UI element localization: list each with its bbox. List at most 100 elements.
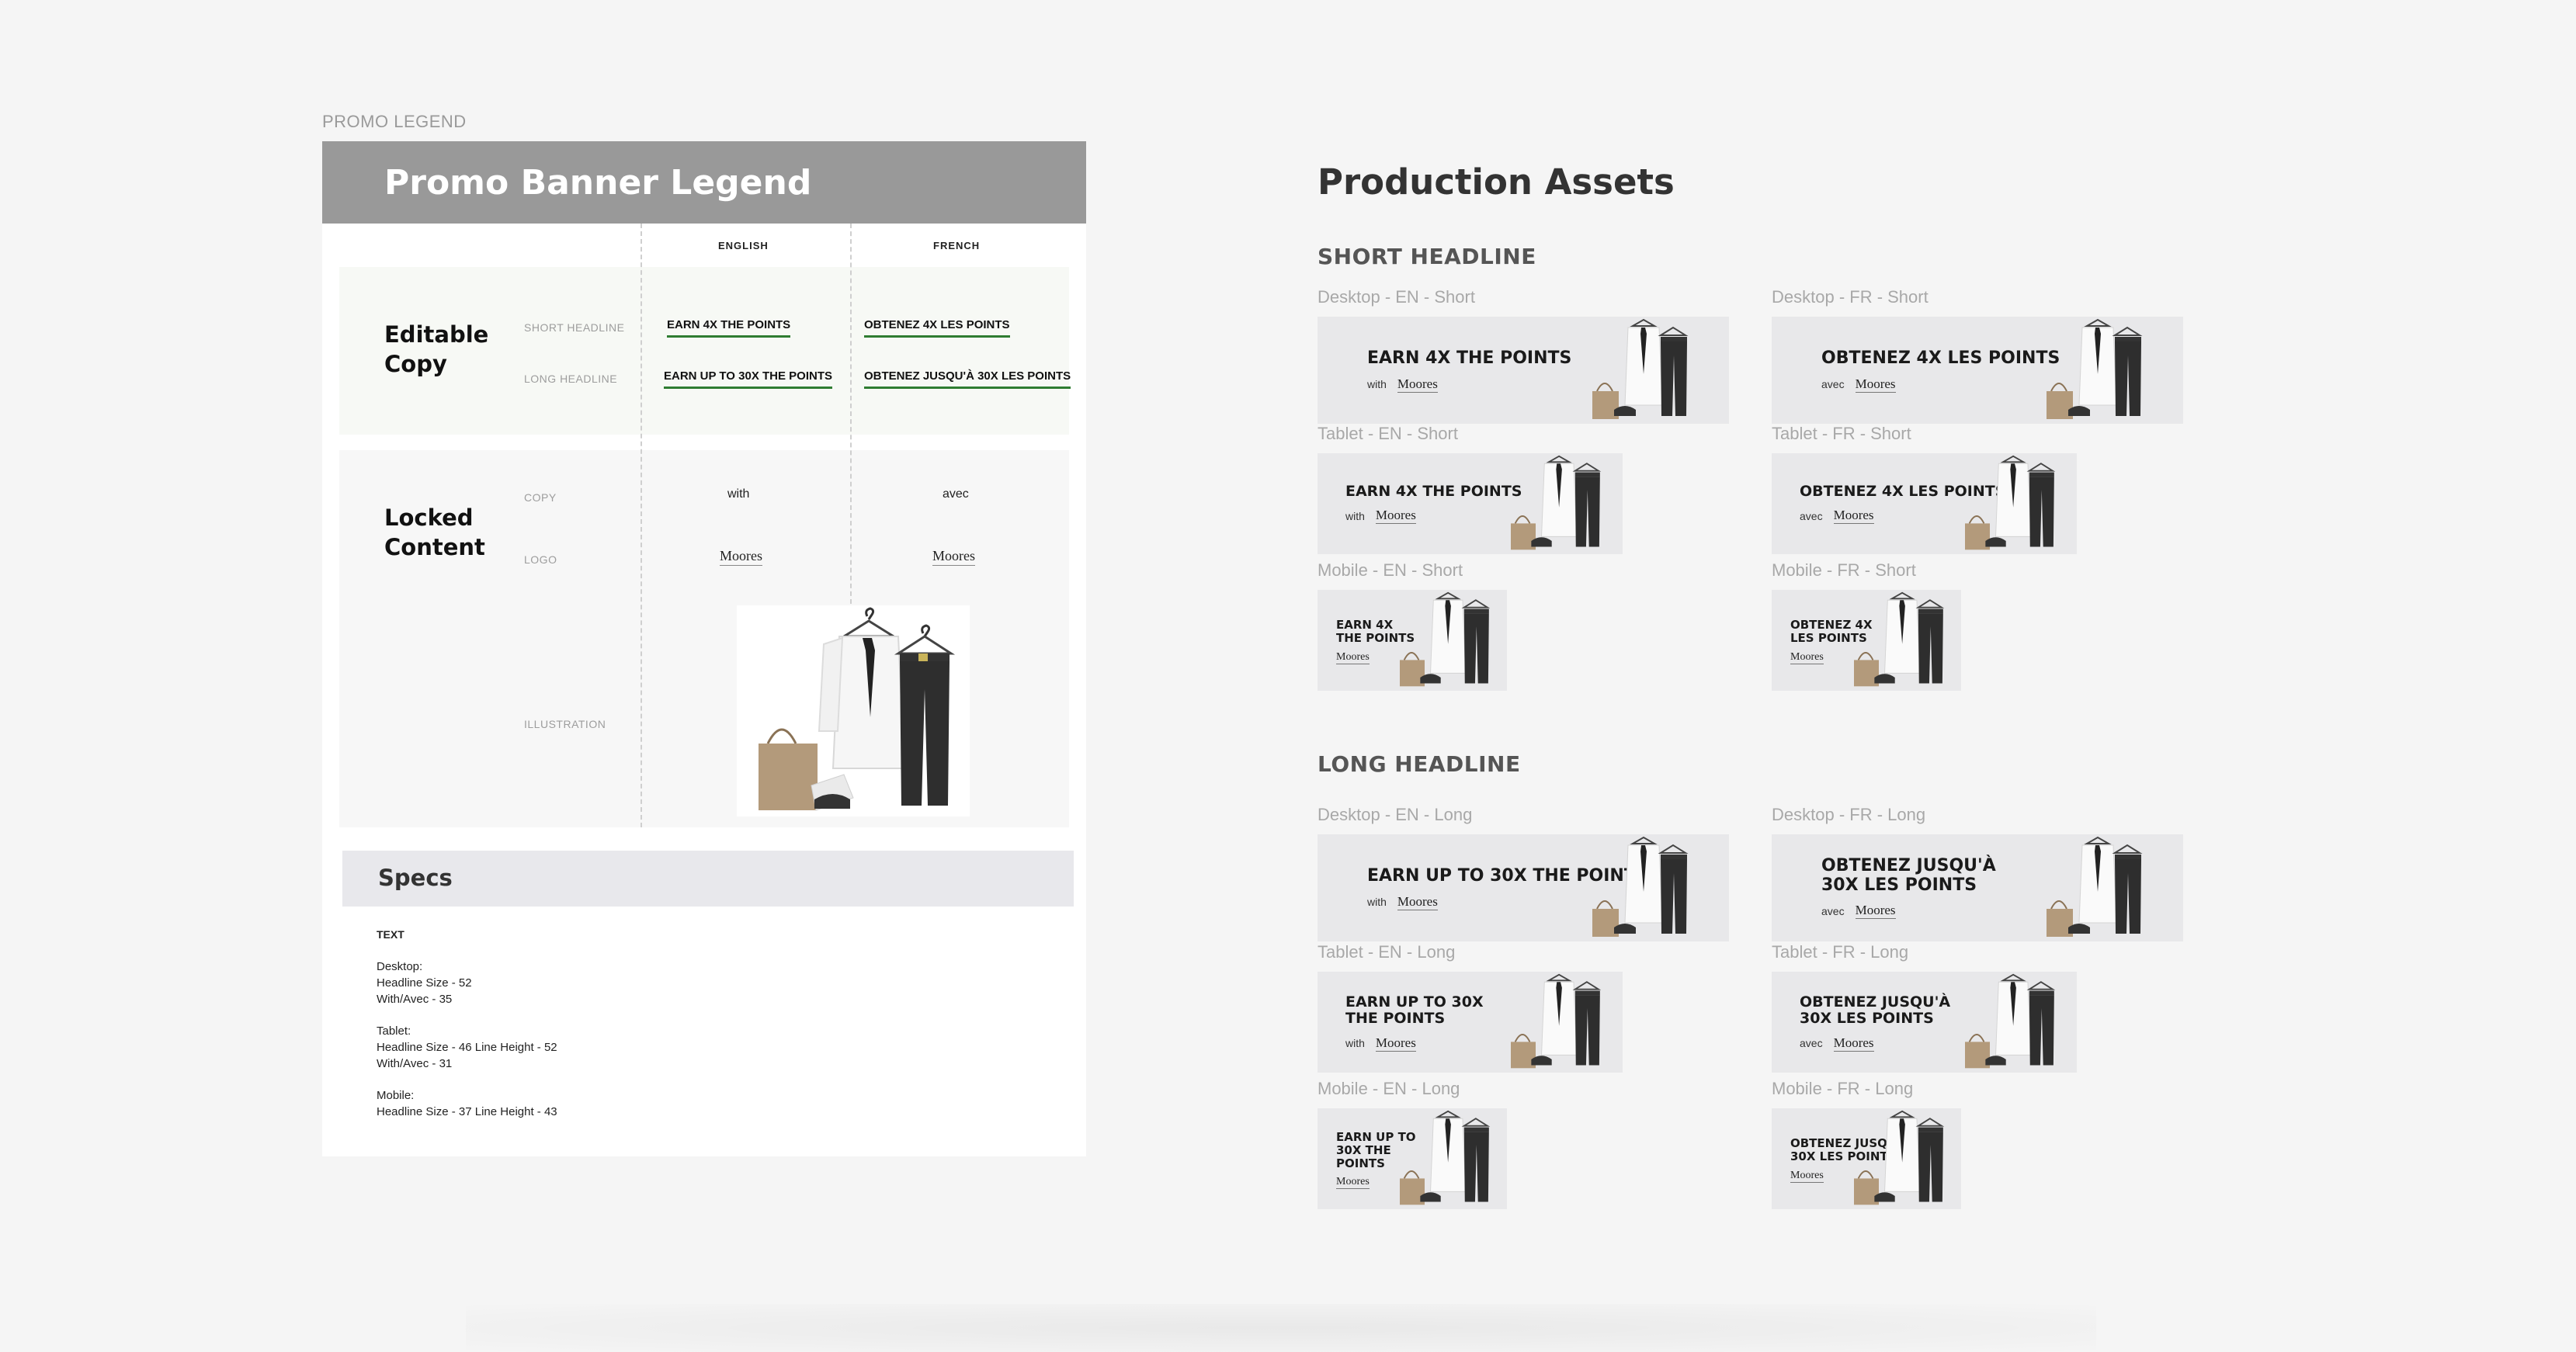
moores-logo: Moores xyxy=(1336,650,1370,664)
fr-short-headline[interactable]: OBTENEZ 4X LES POINTS xyxy=(864,318,1010,338)
wardrobe-illustration xyxy=(1854,591,1945,687)
shirt-tie-hanger-icon xyxy=(1995,455,2032,537)
moores-logo: Moores xyxy=(1790,650,1824,664)
promo-banner-asset[interactable]: OBTENEZ JUSQU'À 30X LES POINTS avec Moores xyxy=(1772,972,2077,1073)
wardrobe-illustration xyxy=(1400,1110,1491,1205)
en-long-headline[interactable]: EARN UP TO 30X THE POINTS xyxy=(664,369,832,389)
pants-hanger-icon xyxy=(1658,326,1689,416)
shirt-tie-hanger-icon xyxy=(1884,1110,1921,1192)
wardrobe-illustration xyxy=(2047,836,2143,937)
en-short-headline[interactable]: EARN 4X THE POINTS xyxy=(667,318,791,338)
promo-banner-asset[interactable]: OBTENEZ 4X LES POINTS avec Moores xyxy=(1772,317,2183,424)
column-header-english: ENGLISH xyxy=(718,240,769,251)
promo-banner-asset[interactable]: OBTENEZ 4X LES POINTS Moores xyxy=(1772,590,1961,691)
banner-illustration xyxy=(2020,834,2152,941)
promo-banner-asset[interactable]: EARN UP TO 30X THE POINTS Moores xyxy=(1318,1108,1507,1209)
asset-label[interactable]: Tablet - FR - Short xyxy=(1772,424,1911,444)
pants-hanger-icon xyxy=(2026,981,2056,1066)
banner-headline: OBTENEZ JUSQU'À 30X LES POINTS xyxy=(1800,993,1951,1028)
shopping-bag-icon xyxy=(759,728,818,810)
promo-legend-card: Promo Banner Legend ENGLISH FRENCH Edita… xyxy=(322,141,1086,1156)
promo-banner-asset[interactable]: OBTENEZ JUSQU'À 30X LES POINTS avec Moores xyxy=(1772,834,2183,941)
specs-title: Specs xyxy=(378,865,453,891)
short-headline-section: SHORT HEADLINE xyxy=(1318,244,1536,269)
pants-hanger-icon xyxy=(1461,599,1491,684)
column-header-french: FRENCH xyxy=(933,240,981,251)
asset-label[interactable]: Mobile - FR - Long xyxy=(1772,1079,1913,1099)
banner-with-text: avec xyxy=(1800,1037,1823,1050)
specs-tablet: Tablet: Headline Size - 46 Line Height -… xyxy=(377,1024,557,1070)
banner-illustration xyxy=(1566,317,1698,424)
short-headline-label: SHORT HEADLINE xyxy=(524,321,625,334)
pants-hanger-icon xyxy=(2026,463,2056,547)
asset-label[interactable]: Desktop - EN - Long xyxy=(1318,805,1472,825)
moores-logo: Moores xyxy=(1397,376,1438,393)
banner-with-text: avec xyxy=(1800,509,1823,522)
banner-with-text: with xyxy=(1367,378,1387,391)
wardrobe-illustration xyxy=(1511,455,1602,550)
shirt-tie-hanger-icon xyxy=(1430,1110,1467,1192)
promo-banner-asset[interactable]: OBTENEZ 4X LES POINTS avec Moores xyxy=(1772,453,2077,554)
moores-logo: Moores xyxy=(1397,893,1438,910)
banner-with-logo-row: with Moores xyxy=(1367,376,1571,393)
asset-label[interactable]: Tablet - FR - Long xyxy=(1772,942,1908,962)
promo-banner-asset[interactable]: EARN 4X THE POINTS Moores xyxy=(1318,590,1507,691)
moores-logo: Moores xyxy=(1336,1176,1370,1190)
canvas-shadow xyxy=(466,1304,2096,1352)
banner-illustration xyxy=(1486,972,1610,1073)
illustration-panel xyxy=(737,605,970,816)
column-divider xyxy=(850,224,852,604)
shirt-tie-hanger-icon xyxy=(1541,973,1578,1056)
banner-with-text: with xyxy=(1345,509,1365,522)
wardrobe-illustration xyxy=(1854,1110,1945,1205)
moores-logo: Moores xyxy=(1833,508,1874,525)
wardrobe-illustration xyxy=(1592,836,1689,937)
banner-with-text: avec xyxy=(1821,378,1845,391)
asset-label[interactable]: Mobile - EN - Short xyxy=(1318,560,1463,581)
banner-illustration xyxy=(1829,590,1953,691)
wardrobe-illustration xyxy=(759,607,956,811)
shirt-tie-hanger-icon xyxy=(2078,318,2117,406)
moores-logo: Moores xyxy=(1855,376,1896,393)
asset-label[interactable]: Tablet - EN - Short xyxy=(1318,424,1458,444)
promo-banner-asset[interactable]: EARN 4X THE POINTS with Moores xyxy=(1318,317,1729,424)
asset-label[interactable]: Mobile - EN - Long xyxy=(1318,1079,1460,1099)
banner-headline: OBTENEZ JUSQU'À 30X LES POINTS xyxy=(1821,856,1996,895)
banner-illustration xyxy=(1486,453,1610,554)
frame-label[interactable]: PROMO LEGEND xyxy=(322,112,467,132)
promo-banner-asset[interactable]: OBTENEZ JUSQU'À 30X LES POINTS Moores xyxy=(1772,1108,1961,1209)
promo-banner-asset[interactable]: EARN 4X THE POINTS with Moores xyxy=(1318,453,1623,554)
banner-text-block: OBTENEZ JUSQU'À 30X LES POINTS avec Moores xyxy=(1800,993,1951,1052)
pants-hanger-icon xyxy=(1461,1118,1491,1202)
banner-headline: EARN 4X THE POINTS xyxy=(1367,348,1572,368)
banner-headline: EARN UP TO 30X THE POINTS xyxy=(1345,993,1484,1028)
pants-hanger-icon xyxy=(1915,599,1945,684)
shirt-tie-hanger-icon xyxy=(818,607,906,769)
moores-logo: Moores xyxy=(1855,903,1896,920)
locked-content-title: Locked Content xyxy=(384,504,485,560)
shirt-tie-hanger-icon xyxy=(1541,455,1578,537)
wardrobe-illustration xyxy=(1965,973,2056,1069)
promo-banner-asset[interactable]: EARN UP TO 30X THE POINTS with Moores xyxy=(1318,972,1623,1073)
asset-label[interactable]: Desktop - FR - Long xyxy=(1772,805,1925,825)
banner-text-block: EARN 4X THE POINTS with Moores xyxy=(1367,348,1572,393)
editable-copy-title: Editable Copy xyxy=(384,321,489,377)
wardrobe-illustration xyxy=(1965,455,2056,550)
promo-banner-asset[interactable]: EARN UP TO 30X THE POINTS with Moores xyxy=(1318,834,1729,941)
asset-label[interactable]: Tablet - EN - Long xyxy=(1318,942,1455,962)
pants-hanger-icon xyxy=(1915,1118,1945,1202)
banner-with-text: with xyxy=(1367,896,1387,909)
en-copy-with: with xyxy=(727,487,750,501)
fr-long-headline[interactable]: OBTENEZ JUSQU'À 30X LES POINTS xyxy=(864,369,1071,389)
shirt-tie-hanger-icon xyxy=(1624,836,1663,924)
banner-illustration xyxy=(1375,590,1499,691)
banner-illustration xyxy=(2020,317,2152,424)
specs-desktop: Desktop: Headline Size - 52 With/Avec - … xyxy=(377,960,472,1006)
legend-header: Promo Banner Legend xyxy=(322,141,1086,224)
pants-hanger-icon xyxy=(1658,844,1689,934)
shirt-tie-hanger-icon xyxy=(1430,591,1467,674)
asset-label[interactable]: Mobile - FR - Short xyxy=(1772,560,1916,581)
asset-label[interactable]: Desktop - EN - Short xyxy=(1318,287,1475,307)
asset-label[interactable]: Desktop - FR - Short xyxy=(1772,287,1929,307)
banner-text-block: OBTENEZ JUSQU'À 30X LES POINTS avec Moores xyxy=(1821,856,1996,920)
